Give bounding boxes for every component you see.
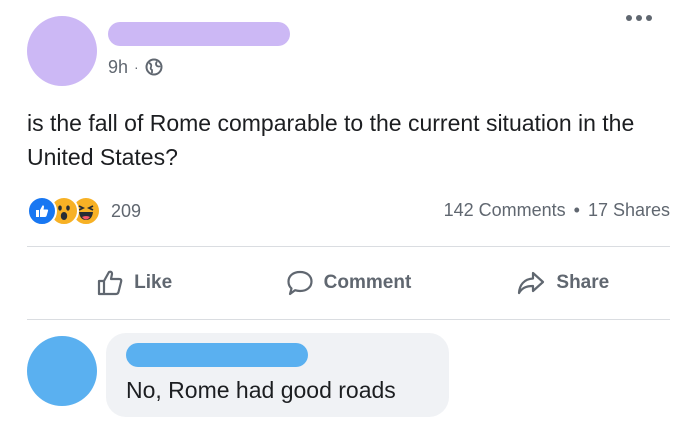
reaction-count: 209 [111, 200, 142, 221]
commenter-avatar[interactable] [27, 336, 97, 406]
share-button[interactable]: Share [456, 248, 670, 318]
comment-bubble: No, Rome had good roads [106, 333, 449, 417]
divider-bottom [27, 319, 670, 320]
author-avatar[interactable] [27, 16, 97, 86]
like-label: Like [134, 272, 173, 293]
post-stats: 142 Comments • 17 Shares [444, 198, 670, 222]
facebook-post: 9h · is the fall of Rome comparable to t… [0, 0, 700, 432]
shares-count-link[interactable]: 17 Shares [588, 200, 670, 221]
globe-icon [145, 58, 163, 76]
action-bar: Like Comment Share [27, 248, 670, 318]
share-label: Share [556, 272, 610, 293]
reactions-summary[interactable]: 209 [27, 196, 141, 226]
comment-icon [287, 270, 313, 296]
author-name-redacted[interactable] [108, 22, 290, 46]
like-button[interactable]: Like [27, 248, 241, 318]
like-reaction-icon [27, 196, 57, 226]
commenter-name-redacted[interactable] [126, 343, 308, 367]
divider-top [27, 246, 670, 247]
meta-separator: · [134, 59, 139, 75]
share-arrow-icon [518, 271, 545, 295]
comment-label: Comment [323, 272, 412, 293]
reaction-icons [27, 196, 101, 226]
stats-separator: • [573, 199, 580, 220]
post-text: is the fall of Rome comparable to the cu… [27, 110, 635, 170]
post-time[interactable]: 9h [108, 57, 128, 78]
comment-text: No, Rome had good roads [126, 377, 396, 403]
thumbs-up-icon [98, 270, 123, 296]
comments-count-link[interactable]: 142 Comments [444, 200, 566, 221]
comment-button[interactable]: Comment [241, 248, 455, 318]
post-meta: 9h · [108, 56, 163, 78]
more-options-icon[interactable] [626, 15, 652, 21]
